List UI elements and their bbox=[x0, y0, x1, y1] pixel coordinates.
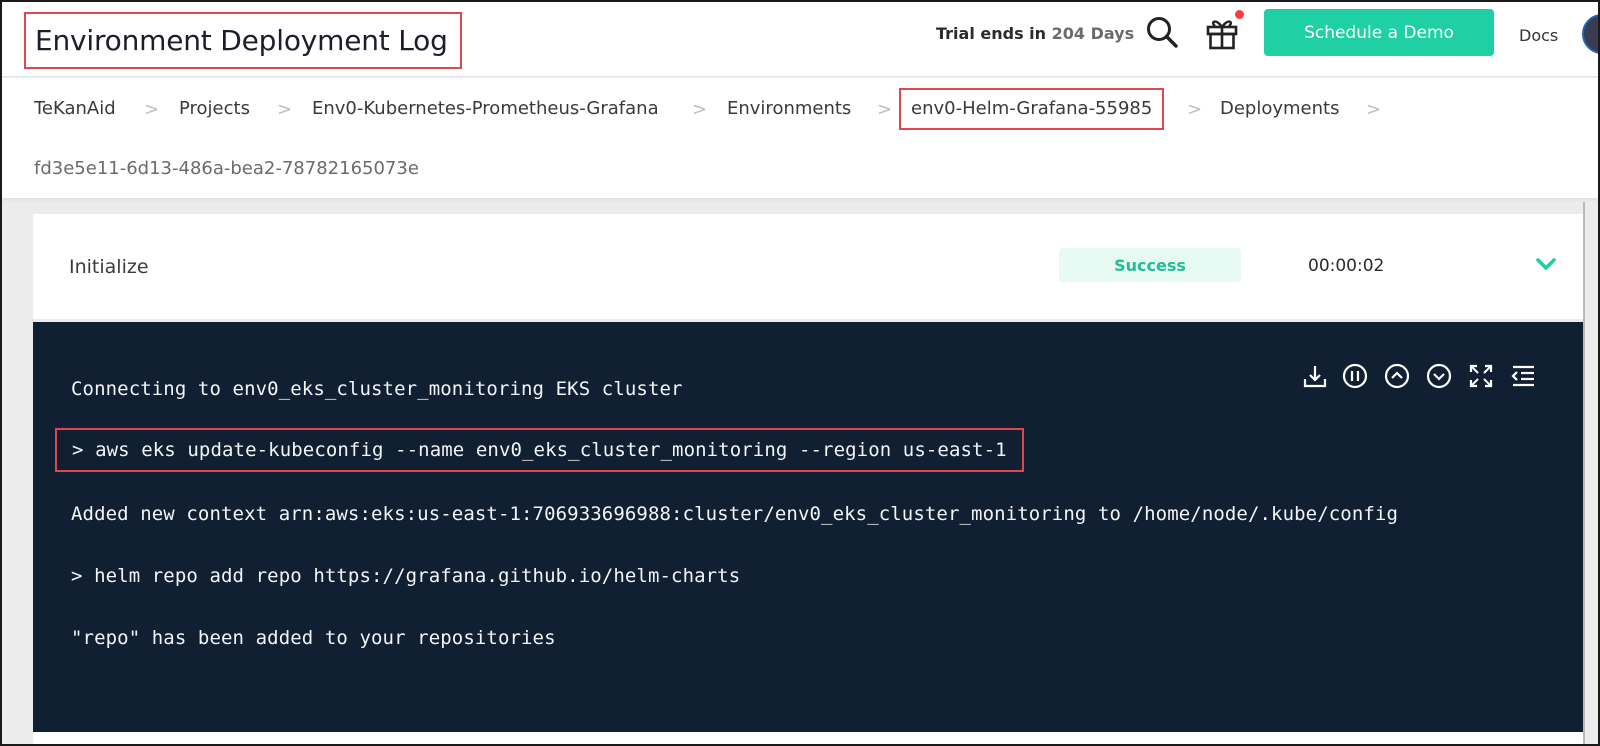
log-line-highlighted: > aws eks update-kubeconfig --name env0_… bbox=[55, 428, 1024, 472]
breadcrumb-separator: > bbox=[1366, 99, 1382, 120]
breadcrumb-separator: > bbox=[1187, 99, 1203, 120]
search-icon[interactable] bbox=[1144, 14, 1180, 50]
log-line: Connecting to env0_eks_cluster_monitorin… bbox=[71, 378, 683, 400]
trial-notice: Trial ends in 204 Days bbox=[936, 24, 1134, 43]
avatar[interactable] bbox=[1582, 14, 1598, 54]
trial-label: Trial ends in bbox=[936, 24, 1047, 43]
download-icon[interactable] bbox=[1301, 362, 1329, 390]
breadcrumb-separator: > bbox=[277, 99, 293, 120]
next-step-panel bbox=[33, 732, 1583, 744]
step-duration: 00:00:02 bbox=[1308, 256, 1385, 276]
schedule-demo-button[interactable]: Schedule a Demo bbox=[1264, 9, 1494, 56]
step-name: Initialize bbox=[69, 256, 149, 278]
notification-dot bbox=[1235, 10, 1244, 19]
pause-icon[interactable] bbox=[1341, 362, 1369, 390]
breadcrumb-item-projects[interactable]: Projects bbox=[179, 98, 250, 120]
scroll-down-icon[interactable] bbox=[1425, 362, 1453, 390]
breadcrumb-separator: > bbox=[692, 99, 708, 120]
breadcrumb-item-environment[interactable]: env0-Helm-Grafana-55985 bbox=[899, 88, 1165, 130]
trial-days: 204 Days bbox=[1051, 24, 1135, 43]
breadcrumb-item-project[interactable]: Env0-Kubernetes-Prometheus-Grafana bbox=[312, 98, 659, 120]
breadcrumb-item-deployments[interactable]: Deployments bbox=[1220, 98, 1339, 120]
breadcrumb-separator: > bbox=[144, 99, 160, 120]
scrollbar[interactable] bbox=[1583, 202, 1585, 744]
breadcrumb-item-deployment-id: fd3e5e11-6d13-486a-bea2-78782165073e bbox=[34, 158, 419, 179]
breadcrumb-item-environments[interactable]: Environments bbox=[727, 98, 851, 120]
docs-link[interactable]: Docs bbox=[1519, 26, 1558, 45]
breadcrumb-separator: > bbox=[877, 99, 893, 120]
expand-icon[interactable] bbox=[1467, 362, 1495, 390]
log-line: "repo" has been added to your repositori… bbox=[71, 627, 556, 649]
top-header: Environment Deployment Log Trial ends in… bbox=[2, 2, 1598, 77]
page-title: Environment Deployment Log bbox=[24, 12, 462, 69]
breadcrumb-item-organization[interactable]: TeKanAid bbox=[34, 98, 116, 120]
breadcrumb: TeKanAid > Projects > Env0-Kubernetes-Pr… bbox=[2, 78, 1598, 198]
log-console: Connecting to env0_eks_cluster_monitorin… bbox=[33, 322, 1583, 732]
log-line: Added new context arn:aws:eks:us-east-1:… bbox=[71, 503, 1398, 525]
step-panel[interactable]: Initialize Success 00:00:02 bbox=[33, 214, 1583, 319]
wrap-lines-icon[interactable] bbox=[1509, 362, 1537, 390]
chevron-down-icon[interactable] bbox=[1535, 256, 1557, 272]
status-badge: Success bbox=[1059, 248, 1241, 282]
scroll-up-icon[interactable] bbox=[1383, 362, 1411, 390]
log-line: > helm repo add repo https://grafana.git… bbox=[71, 565, 741, 587]
app-window: Environment Deployment Log Trial ends in… bbox=[0, 0, 1600, 746]
